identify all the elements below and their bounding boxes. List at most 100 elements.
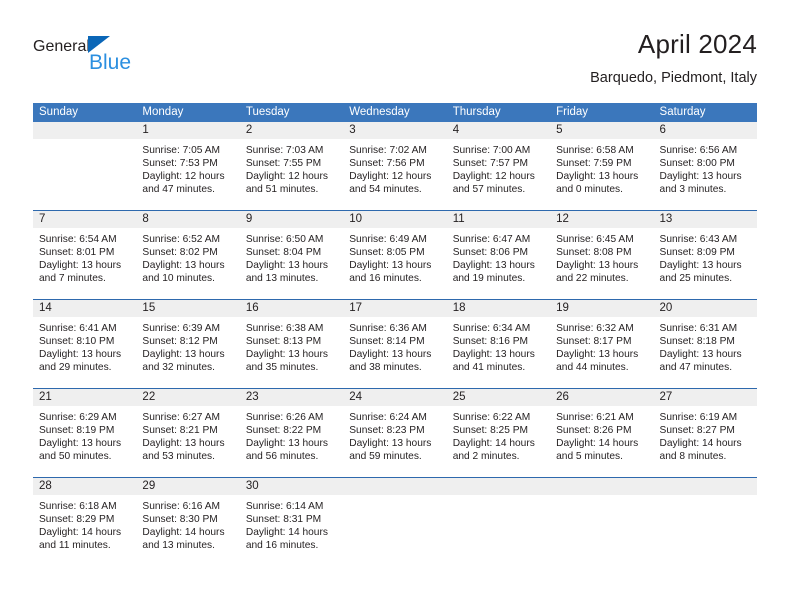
daylight-text-line1: Daylight: 13 hours bbox=[452, 260, 535, 272]
brand-logo[interactable]: General Blue bbox=[33, 36, 213, 86]
day-details: Sunrise: 6:21 AM Sunset: 8:26 PM Daylight:… bbox=[550, 406, 653, 463]
day-details: Sunrise: 7:03 AM Sunset: 7:55 PM Daylight:… bbox=[240, 139, 343, 196]
daylight-text-line2: and 57 minutes. bbox=[452, 184, 526, 196]
day-number: 29 bbox=[136, 478, 240, 495]
daylight-text-line2: and 56 minutes. bbox=[245, 451, 319, 463]
day-details: Sunrise: 6:47 AM Sunset: 8:06 PM Daylight:… bbox=[447, 228, 550, 285]
day-details: Sunrise: 6:16 AM Sunset: 8:30 PM Daylight:… bbox=[136, 495, 239, 552]
day-cell[interactable]: 26 Sunrise: 6:21 AM Sunset: 8:26 PM Dayligh… bbox=[550, 389, 654, 477]
sunrise-text: Sunrise: 6:22 AM bbox=[452, 412, 531, 423]
day-cell[interactable]: 5 Sunrise: 6:58 AM Sunset: 7:59 PM Daylight… bbox=[550, 122, 654, 210]
weekday-header-saturday: Saturday bbox=[659, 106, 706, 118]
page-subtitle: Barquedo, Piedmont, Italy bbox=[590, 69, 757, 86]
calendar-week-cells: 14 Sunrise: 6:41 AM Sunset: 8:10 PM Dayligh… bbox=[33, 300, 757, 388]
sunset-text: Sunset: 8:18 PM bbox=[659, 336, 735, 348]
sunset-text: Sunset: 7:57 PM bbox=[452, 158, 529, 170]
sunset-text: Sunset: 8:10 PM bbox=[39, 336, 115, 348]
day-details: Sunrise: 6:24 AM Sunset: 8:23 PM Daylight:… bbox=[343, 406, 446, 463]
title-block: April 2024 Barquedo, Piedmont, Italy bbox=[590, 29, 757, 87]
day-number bbox=[343, 478, 447, 495]
daylight-text-line2: and 0 minutes. bbox=[556, 184, 623, 196]
day-cell[interactable]: 9 Sunrise: 6:50 AM Sunset: 8:04 PM Daylight… bbox=[239, 211, 344, 299]
sunrise-text: Sunrise: 6:27 AM bbox=[142, 412, 221, 423]
day-cell[interactable]: 12 Sunrise: 6:45 AM Sunset: 8:08 PM Dayligh… bbox=[550, 211, 654, 299]
daylight-text-line1: Daylight: 12 hours bbox=[245, 171, 328, 183]
day-cell-empty bbox=[33, 122, 137, 210]
day-cell[interactable]: 30 Sunrise: 6:14 AM Sunset: 8:31 PM Dayligh… bbox=[239, 478, 344, 566]
day-cell[interactable]: 7 Sunrise: 6:54 AM Sunset: 8:01 PM Daylight… bbox=[33, 211, 137, 299]
sunrise-text: Sunrise: 6:18 AM bbox=[39, 501, 117, 512]
sunrise-text: Sunrise: 6:24 AM bbox=[349, 412, 427, 423]
daylight-text-line1: Daylight: 14 hours bbox=[39, 527, 122, 539]
day-cell[interactable]: 28 Sunrise: 6:18 AM Sunset: 8:29 PM Dayligh… bbox=[33, 478, 137, 566]
calendar-week-row: 14 Sunrise: 6:41 AM Sunset: 8:10 PM Dayligh… bbox=[33, 299, 757, 388]
day-details: Sunrise: 6:43 AM Sunset: 8:09 PM Daylight:… bbox=[654, 228, 757, 285]
daylight-text-line1: Daylight: 13 hours bbox=[659, 260, 742, 272]
day-cell[interactable]: 2 Sunrise: 7:03 AM Sunset: 7:55 PM Daylight… bbox=[239, 122, 344, 210]
day-cell[interactable]: 16 Sunrise: 6:38 AM Sunset: 8:13 PM Dayligh… bbox=[239, 300, 344, 388]
calendar-week-row: 21 Sunrise: 6:29 AM Sunset: 8:19 PM Dayligh… bbox=[33, 388, 757, 477]
daylight-text-line2: and 35 minutes. bbox=[245, 362, 319, 374]
sunrise-text: Sunrise: 6:31 AM bbox=[659, 323, 738, 334]
day-cell[interactable]: 3 Sunrise: 7:02 AM Sunset: 7:56 PM Daylight… bbox=[343, 122, 447, 210]
daylight-text-line1: Daylight: 13 hours bbox=[556, 349, 639, 361]
day-cell[interactable]: 20 Sunrise: 6:31 AM Sunset: 8:18 PM Dayligh… bbox=[653, 300, 757, 388]
day-cell[interactable]: 14 Sunrise: 6:41 AM Sunset: 8:10 PM Dayligh… bbox=[33, 300, 137, 388]
daylight-text-line1: Daylight: 12 hours bbox=[452, 171, 535, 183]
day-cell[interactable]: 8 Sunrise: 6:52 AM Sunset: 8:02 PM Daylight… bbox=[136, 211, 240, 299]
day-cell[interactable]: 23 Sunrise: 6:26 AM Sunset: 8:22 PM Dayligh… bbox=[239, 389, 344, 477]
daylight-text-line2: and 11 minutes. bbox=[39, 540, 111, 552]
day-number: 6 bbox=[653, 122, 757, 139]
day-cell[interactable]: 4 Sunrise: 7:00 AM Sunset: 7:57 PM Daylight… bbox=[446, 122, 551, 210]
day-cell[interactable]: 27 Sunrise: 6:19 AM Sunset: 8:27 PM Dayligh… bbox=[653, 389, 757, 477]
day-cell-empty bbox=[653, 478, 757, 566]
daylight-text-line1: Daylight: 13 hours bbox=[349, 349, 432, 361]
day-cell[interactable]: 11 Sunrise: 6:47 AM Sunset: 8:06 PM Dayligh… bbox=[446, 211, 551, 299]
day-details: Sunrise: 6:45 AM Sunset: 8:08 PM Daylight:… bbox=[550, 228, 653, 285]
sunset-text: Sunset: 8:04 PM bbox=[245, 247, 322, 259]
day-cell[interactable]: 10 Sunrise: 6:49 AM Sunset: 8:05 PM Dayligh… bbox=[343, 211, 447, 299]
day-number: 11 bbox=[446, 211, 551, 228]
daylight-text-line1: Daylight: 13 hours bbox=[142, 438, 225, 450]
day-number: 23 bbox=[239, 389, 344, 406]
day-cell[interactable]: 1 Sunrise: 7:05 AM Sunset: 7:53 PM Daylight… bbox=[136, 122, 240, 210]
daylight-text-line1: Daylight: 14 hours bbox=[556, 438, 639, 450]
daylight-text-line1: Daylight: 13 hours bbox=[245, 349, 328, 361]
calendar-week-cells: 1 Sunrise: 7:05 AM Sunset: 7:53 PM Daylight… bbox=[33, 122, 757, 210]
sunrise-text: Sunrise: 6:21 AM bbox=[556, 412, 634, 423]
day-number: 9 bbox=[239, 211, 344, 228]
day-number: 17 bbox=[343, 300, 447, 317]
day-cell[interactable]: 13 Sunrise: 6:43 AM Sunset: 8:09 PM Dayligh… bbox=[653, 211, 757, 299]
day-cell[interactable]: 19 Sunrise: 6:32 AM Sunset: 8:17 PM Dayligh… bbox=[550, 300, 654, 388]
day-number: 16 bbox=[239, 300, 344, 317]
sunset-text: Sunset: 7:59 PM bbox=[556, 158, 632, 170]
sunrise-text: Sunrise: 6:54 AM bbox=[39, 234, 117, 245]
day-cell[interactable]: 24 Sunrise: 6:24 AM Sunset: 8:23 PM Dayligh… bbox=[343, 389, 447, 477]
day-details: Sunrise: 7:02 AM Sunset: 7:56 PM Daylight:… bbox=[343, 139, 446, 196]
sunrise-text: Sunrise: 6:36 AM bbox=[349, 323, 427, 334]
daylight-text-line2: and 8 minutes. bbox=[659, 451, 727, 463]
sunset-text: Sunset: 7:55 PM bbox=[245, 158, 322, 170]
day-cell[interactable]: 6 Sunrise: 6:56 AM Sunset: 8:00 PM Daylight… bbox=[653, 122, 757, 210]
sunrise-text: Sunrise: 6:58 AM bbox=[556, 145, 634, 156]
day-number: 5 bbox=[550, 122, 654, 139]
daylight-text-line1: Daylight: 13 hours bbox=[556, 171, 639, 183]
sunset-text: Sunset: 8:09 PM bbox=[659, 247, 735, 259]
sunset-text: Sunset: 8:19 PM bbox=[39, 425, 115, 437]
day-details: Sunrise: 6:52 AM Sunset: 8:02 PM Daylight:… bbox=[136, 228, 239, 285]
day-number: 3 bbox=[343, 122, 447, 139]
daylight-text-line2: and 5 minutes. bbox=[556, 451, 623, 463]
day-cell[interactable]: 25 Sunrise: 6:22 AM Sunset: 8:25 PM Dayligh… bbox=[446, 389, 551, 477]
day-cell[interactable]: 29 Sunrise: 6:16 AM Sunset: 8:30 PM Dayligh… bbox=[136, 478, 240, 566]
day-details: Sunrise: 6:38 AM Sunset: 8:13 PM Daylight:… bbox=[240, 317, 343, 374]
day-number: 26 bbox=[550, 389, 654, 406]
day-cell[interactable]: 18 Sunrise: 6:34 AM Sunset: 8:16 PM Dayligh… bbox=[446, 300, 551, 388]
day-cell[interactable]: 15 Sunrise: 6:39 AM Sunset: 8:12 PM Dayligh… bbox=[136, 300, 240, 388]
daylight-text-line2: and 50 minutes. bbox=[39, 451, 112, 463]
day-cell[interactable]: 17 Sunrise: 6:36 AM Sunset: 8:14 PM Dayligh… bbox=[343, 300, 447, 388]
daylight-text-line2: and 41 minutes. bbox=[452, 362, 526, 374]
day-cell[interactable]: 21 Sunrise: 6:29 AM Sunset: 8:19 PM Dayligh… bbox=[33, 389, 137, 477]
sunrise-text: Sunrise: 6:50 AM bbox=[245, 234, 324, 245]
sunset-text: Sunset: 7:53 PM bbox=[142, 158, 218, 170]
day-cell[interactable]: 22 Sunrise: 6:27 AM Sunset: 8:21 PM Dayligh… bbox=[136, 389, 240, 477]
